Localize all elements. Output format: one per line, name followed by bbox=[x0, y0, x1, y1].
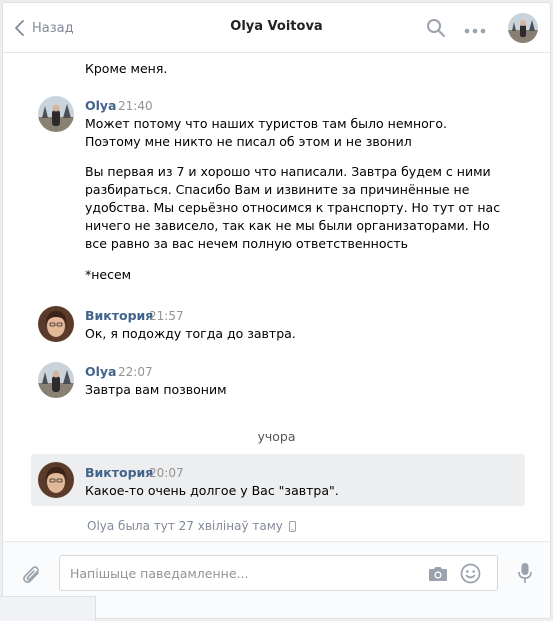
message-history: Кроме меня. Olya 21:40 Может потому что … bbox=[3, 54, 550, 541]
header-avatar[interactable] bbox=[508, 13, 538, 43]
more-dots-icon[interactable] bbox=[464, 23, 486, 38]
search-icon[interactable] bbox=[426, 18, 446, 41]
message-time[interactable]: 21:57 bbox=[149, 309, 184, 323]
window-tab bbox=[0, 596, 96, 621]
message-text: удобства. Мы серьёзно относимся к трансп… bbox=[85, 200, 501, 215]
message-text: Кроме меня. bbox=[85, 61, 168, 76]
phone-icon bbox=[288, 520, 296, 532]
avatar[interactable] bbox=[38, 462, 74, 498]
message-time[interactable]: 20:07 bbox=[149, 466, 184, 480]
message-author[interactable]: Виктория bbox=[85, 465, 153, 480]
message-text: *несем bbox=[85, 267, 132, 282]
message-time[interactable]: 21:40 bbox=[118, 99, 153, 113]
day-divider: учора bbox=[257, 429, 296, 444]
message-author[interactable]: Виктория bbox=[85, 308, 153, 323]
microphone-icon[interactable] bbox=[518, 562, 532, 587]
message-text: Завтра вам позвоним bbox=[85, 382, 227, 397]
message-text: ничего не зависело, так как не мы были о… bbox=[85, 218, 490, 233]
chat-window: Назад Olya Voitova Кроме меня. Olya 21:4… bbox=[2, 2, 551, 619]
message-text: все равно за вас нечем полную ответствен… bbox=[85, 236, 409, 251]
message-input-box[interactable] bbox=[59, 555, 498, 591]
chevron-left-icon bbox=[15, 20, 24, 36]
back-button[interactable]: Назад bbox=[15, 17, 74, 39]
seen-status-text: Olya была тут 27 хвілінаў таму bbox=[87, 519, 283, 533]
back-label: Назад bbox=[32, 20, 74, 36]
message-text: Ок, я подожду тогда до завтра. bbox=[85, 326, 296, 341]
message-text: разбираться. Спасибо Вам и извините за п… bbox=[85, 182, 470, 197]
message-author[interactable]: Olya bbox=[85, 364, 117, 379]
avatar[interactable] bbox=[38, 96, 74, 132]
message-text: Вы первая из 7 и хорошо что написали. За… bbox=[85, 164, 491, 179]
avatar[interactable] bbox=[38, 362, 74, 398]
message-text: Может потому что наших туристов там было… bbox=[85, 116, 447, 131]
paperclip-icon[interactable] bbox=[21, 564, 43, 589]
avatar[interactable] bbox=[38, 306, 74, 342]
seen-status: Olya была тут 27 хвілінаў таму bbox=[87, 519, 296, 533]
message-time[interactable]: 22:07 bbox=[118, 365, 153, 379]
message-input[interactable] bbox=[70, 556, 410, 590]
message-text: Поэтому мне никто не писал об этом и не … bbox=[85, 134, 412, 149]
camera-icon[interactable] bbox=[428, 565, 448, 585]
message-author[interactable]: Olya bbox=[85, 98, 117, 113]
smile-icon[interactable] bbox=[460, 563, 481, 587]
message-text: Какое-то очень долгое у Вас "завтра". bbox=[85, 483, 339, 498]
chat-header: Назад Olya Voitova bbox=[3, 3, 550, 53]
